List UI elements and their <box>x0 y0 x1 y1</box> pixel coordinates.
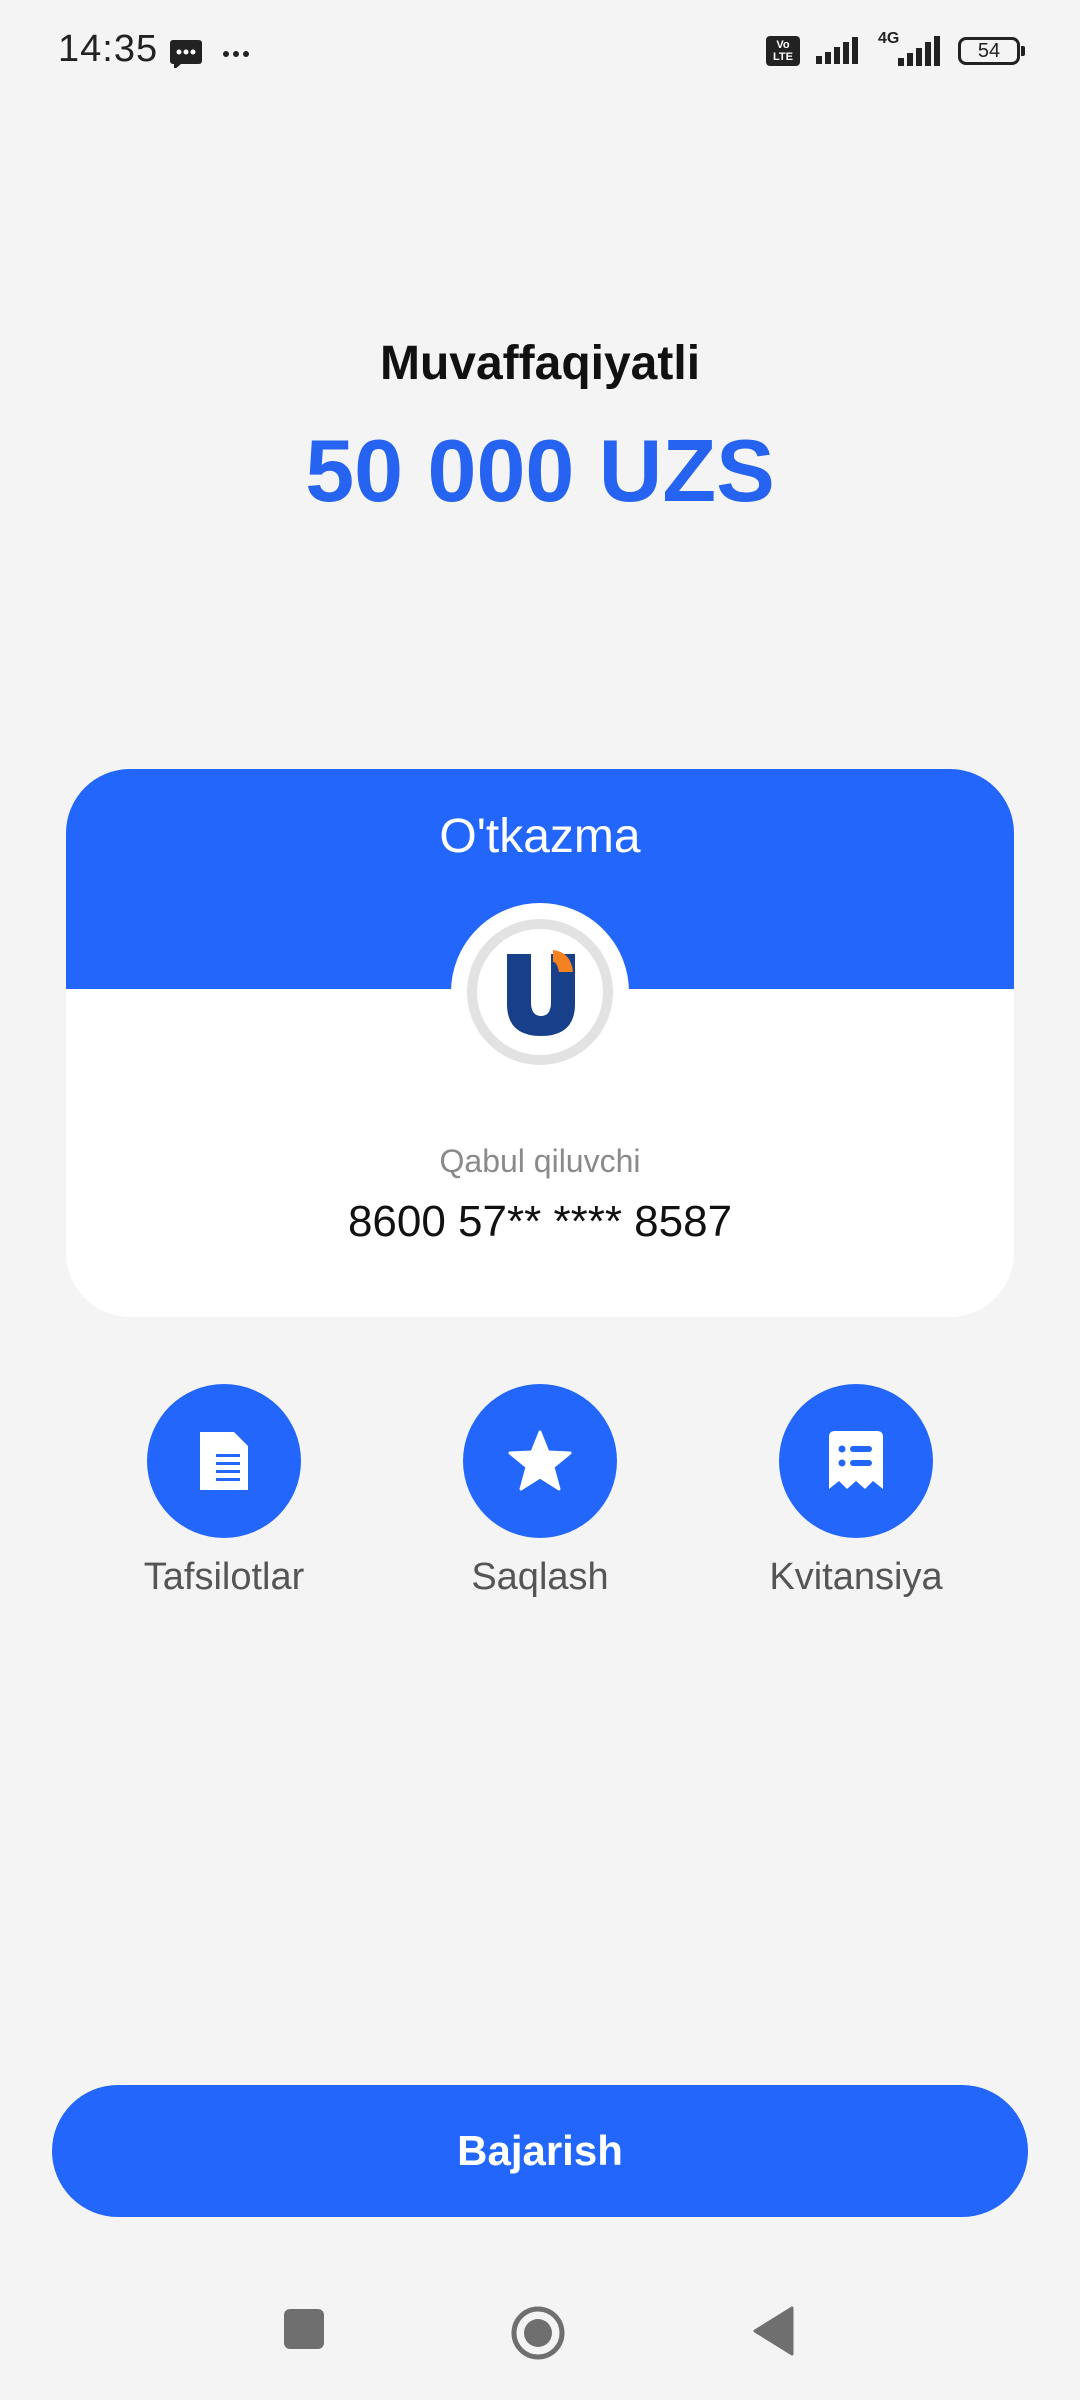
amount-text: 50 000 UZS <box>305 421 775 520</box>
uzcard-logo-icon <box>507 950 575 1036</box>
done-button[interactable]: Bajarish <box>52 2085 1028 2217</box>
document-icon <box>200 1432 248 1490</box>
recipient-card-number: 8600 57** **** 8587 <box>347 1197 733 1246</box>
receipt-action[interactable]: Kvitansiya <box>736 1384 976 1599</box>
status-right-icons: Vo LTE 4G 54 <box>766 30 1025 68</box>
save-action[interactable]: Saqlash <box>420 1384 660 1599</box>
volte-icon: Vo LTE <box>766 36 800 66</box>
receipt-icon <box>829 1431 883 1489</box>
signal-icon <box>816 37 858 64</box>
back-button[interactable] <box>752 2306 794 2361</box>
recents-icon <box>284 2309 324 2349</box>
details-button[interactable] <box>147 1384 301 1538</box>
save-button[interactable] <box>463 1384 617 1538</box>
battery-icon: 54 <box>958 37 1025 65</box>
home-button[interactable] <box>510 2305 566 2366</box>
star-icon <box>508 1430 572 1491</box>
home-icon <box>511 2306 565 2360</box>
message-icon <box>170 40 202 70</box>
receipt-button[interactable] <box>779 1384 933 1538</box>
receipt-label: Kvitansiya <box>769 1556 943 1598</box>
success-title: Muvaffaqiyatli <box>379 337 701 390</box>
details-action[interactable]: Tafsilotlar <box>104 1384 344 1599</box>
logo-badge <box>467 919 613 1065</box>
status-time: 14:35 <box>58 28 159 70</box>
card-title: O'tkazma <box>439 810 641 863</box>
recipient-label: Qabul qiluvchi <box>439 1143 641 1179</box>
signal-4g-icon: 4G <box>878 30 944 68</box>
uzcard-logo <box>451 903 629 1081</box>
recents-button[interactable] <box>283 2308 325 2355</box>
more-icon <box>223 51 249 57</box>
transfer-card: O'tkazma Qabul qiluvchi 8600 57** **** 8… <box>66 769 1014 1317</box>
save-label: Saqlash <box>471 1556 609 1598</box>
status-left-icons <box>168 38 258 73</box>
details-label: Tafsilotlar <box>143 1556 305 1598</box>
back-icon <box>753 2306 794 2356</box>
